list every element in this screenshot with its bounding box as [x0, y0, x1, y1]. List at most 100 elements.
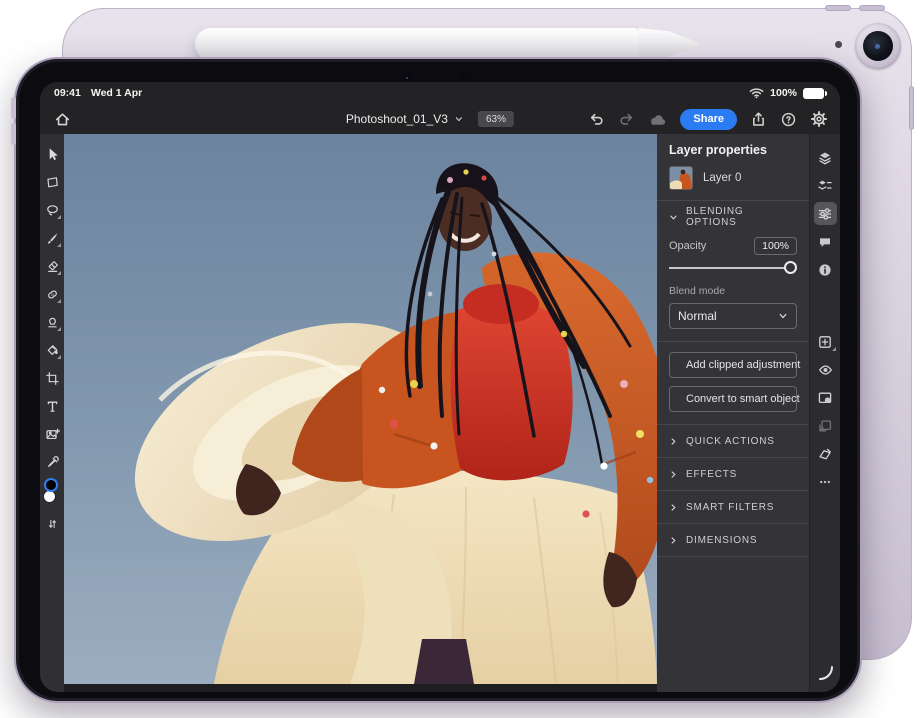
transform-tool[interactable] [40, 168, 64, 196]
lasso-tool[interactable] [40, 196, 64, 224]
opacity-slider[interactable] [669, 261, 797, 275]
section-label: SMART FILTERS [686, 502, 774, 513]
camera-glint [875, 44, 880, 49]
layer-properties-button[interactable] [810, 200, 841, 228]
redo-icon[interactable] [618, 111, 635, 128]
apple-pencil-body [195, 28, 638, 60]
layer-mask-icon [817, 390, 833, 406]
canvas-photo[interactable] [64, 134, 657, 684]
duplicate-icon [817, 418, 833, 434]
back-ipad-side-button [909, 86, 914, 130]
front-sensor-dot [462, 77, 466, 81]
eraser-tool[interactable] [40, 252, 64, 280]
crop-tool[interactable] [40, 364, 64, 392]
share-label: Share [693, 113, 724, 125]
brush-tool[interactable] [40, 224, 64, 252]
chevron-right-icon [669, 470, 678, 479]
blend-mode-select[interactable]: Normal [669, 303, 797, 329]
sliders-icon [817, 206, 833, 222]
blend-mode-value: Normal [678, 309, 717, 323]
layers-icon [817, 150, 833, 166]
comments-button[interactable] [810, 228, 841, 256]
swap-colors-tool[interactable] [40, 510, 64, 538]
canvas-area[interactable] [64, 134, 657, 692]
eyedropper-tool[interactable] [40, 448, 64, 476]
layer-thumbnail-image [670, 167, 692, 189]
move-tool[interactable] [40, 140, 64, 168]
settings-gear-icon[interactable] [810, 110, 828, 128]
layers-detail-icon [817, 178, 833, 194]
battery-icon [803, 88, 824, 99]
move-cursor-icon [45, 147, 60, 162]
screen: 09:41 Wed 1 Apr 100% [40, 82, 840, 692]
chevron-down-icon[interactable] [454, 114, 464, 124]
layer-row[interactable]: Layer 0 [669, 166, 797, 190]
chevron-right-icon [669, 503, 678, 512]
home-icon [54, 111, 71, 128]
clone-stamp-tool[interactable] [40, 308, 64, 336]
document-title[interactable]: Photoshoot_01_V3 [346, 112, 448, 126]
apple-pencil [195, 28, 700, 60]
trim-layer-button[interactable] [810, 440, 841, 468]
info-icon [817, 262, 833, 278]
battery-percent: 100% [770, 87, 797, 99]
front-camera [404, 75, 411, 82]
eye-icon [817, 362, 834, 378]
chevron-right-icon [669, 536, 678, 545]
add-layer-button[interactable] [810, 328, 841, 356]
back-ipad-button [859, 5, 885, 11]
home-button[interactable] [50, 107, 74, 131]
volume-button [11, 97, 16, 119]
section-dimensions[interactable]: DIMENSIONS [669, 524, 797, 556]
section-smart-filters[interactable]: SMART FILTERS [669, 491, 797, 523]
cloud-sync-icon[interactable] [648, 112, 667, 127]
section-effects[interactable]: EFFECTS [669, 458, 797, 490]
more-options-button[interactable] [810, 468, 841, 496]
layer-properties-panel: Layer properties Layer 0 [657, 134, 809, 692]
volume-button [11, 123, 16, 145]
divider [657, 341, 809, 342]
layer-visibility-button[interactable] [810, 356, 841, 384]
blending-options-label: BLENDING OPTIONS [686, 206, 797, 228]
right-icon-rail [809, 134, 840, 692]
add-clipped-label: Add clipped adjustment [686, 359, 800, 371]
tool-rail [40, 134, 64, 692]
export-icon[interactable] [750, 111, 767, 128]
convert-smart-label: Convert to smart object [686, 393, 800, 405]
color-swatches[interactable] [40, 478, 64, 510]
trim-icon [817, 446, 833, 462]
zoom-level-badge[interactable]: 63% [478, 111, 514, 127]
transform-icon [45, 175, 60, 190]
opacity-value[interactable]: 100% [754, 237, 797, 255]
help-icon[interactable] [780, 111, 797, 128]
info-button[interactable] [810, 256, 841, 284]
type-tool[interactable] [40, 392, 64, 420]
place-image-tool[interactable] [40, 420, 64, 448]
healing-tool[interactable] [40, 280, 64, 308]
slider-track[interactable] [669, 267, 793, 269]
add-clipped-adjustment-button[interactable]: Add clipped adjustment [669, 352, 797, 378]
hero-scene: 09:41 Wed 1 Apr 100% [0, 0, 920, 718]
slider-knob[interactable] [784, 261, 797, 274]
section-quick-actions[interactable]: QUICK ACTIONS [669, 425, 797, 457]
section-label: DIMENSIONS [686, 535, 757, 546]
rear-camera [855, 23, 901, 69]
convert-smart-object-button[interactable]: Convert to smart object [669, 386, 797, 412]
section-label: EFFECTS [686, 469, 737, 480]
layers-detail-button[interactable] [810, 172, 841, 200]
duplicate-layer-button[interactable] [810, 412, 841, 440]
app-toolbar: Photoshoot_01_V3 63% [40, 104, 840, 134]
foreground-color-swatch[interactable] [44, 478, 58, 492]
layer-mask-button[interactable] [810, 384, 841, 412]
blending-options-header[interactable]: BLENDING OPTIONS [669, 201, 797, 233]
swap-colors-icon [46, 517, 59, 531]
back-ipad-button [825, 5, 851, 11]
undo-icon[interactable] [588, 111, 605, 128]
layers-view-button[interactable] [810, 144, 841, 172]
fill-tool[interactable] [40, 336, 64, 364]
share-button[interactable]: Share [680, 109, 737, 130]
layer-name: Layer 0 [703, 172, 741, 184]
panel-title: Layer properties [669, 143, 797, 157]
status-date: Wed 1 Apr [91, 87, 142, 99]
layer-thumbnail[interactable] [669, 166, 693, 190]
